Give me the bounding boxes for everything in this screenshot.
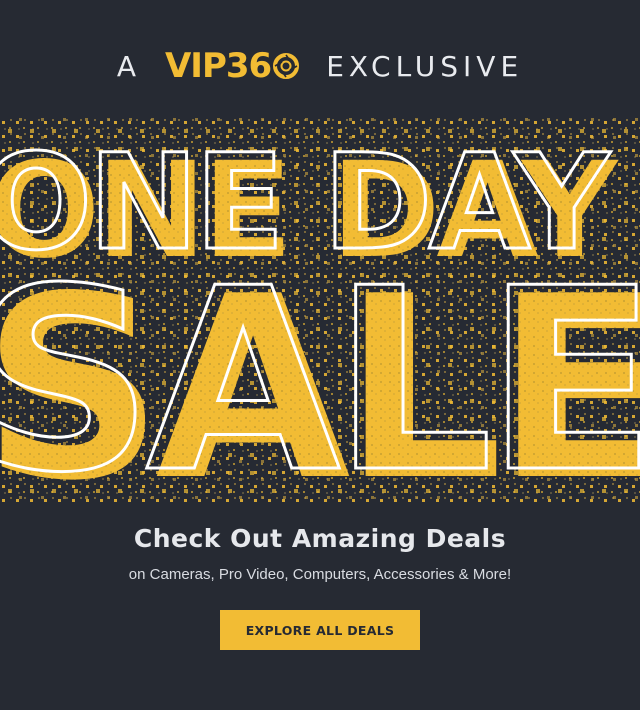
hero-line-2: SALE [0,235,640,504]
one-day-sale-hero: ONE DAY ONE DAY SALE SALE [0,118,640,504]
logo-wordmark: VIP36 [164,46,272,86]
promo-subtext: on Cameras, Pro Video, Computers, Access… [128,566,512,583]
explore-all-deals-button[interactable]: EXPLORE ALL DEALS [220,610,420,650]
banner-prefix: A [116,49,141,83]
exclusive-banner: A VIP36 EXCLUSIVE [0,42,640,90]
promo-headline: Check Out Amazing Deals [133,524,507,553]
banner-suffix: EXCLUSIVE [326,49,524,83]
sale-graphic: ONE DAY ONE DAY SALE SALE [0,118,640,504]
cta-label: EXPLORE ALL DEALS [245,622,395,638]
aperture-icon [273,53,300,79]
vip360-logo[interactable]: VIP36 [165,46,300,86]
